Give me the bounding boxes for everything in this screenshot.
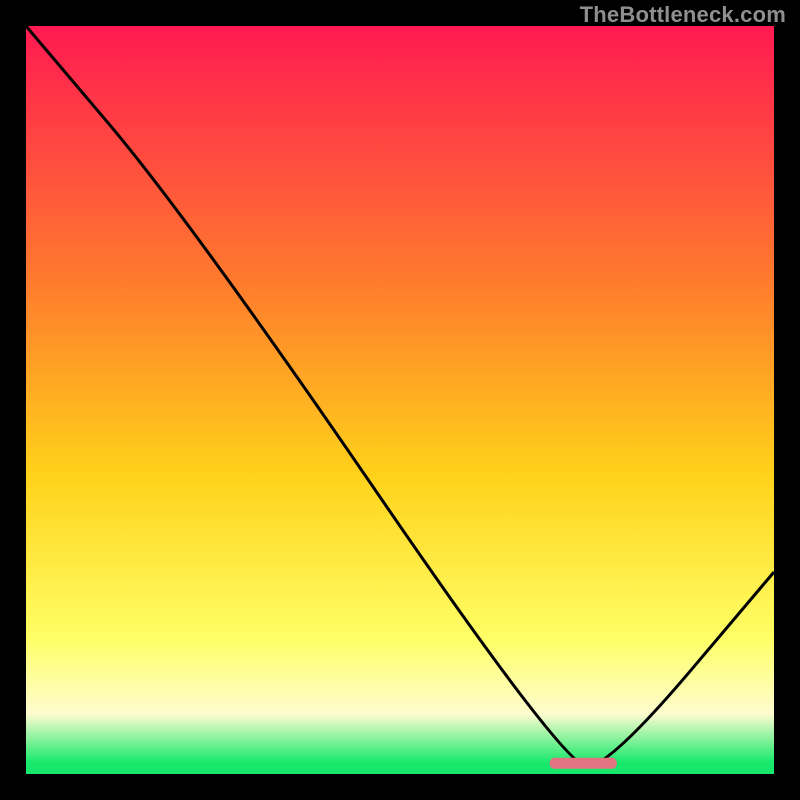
gradient-background (26, 26, 774, 774)
chart-svg (26, 26, 774, 774)
watermark-label: TheBottleneck.com (580, 2, 786, 28)
plot-area (26, 26, 774, 774)
optimal-marker (550, 758, 617, 769)
chart-container: TheBottleneck.com (0, 0, 800, 800)
